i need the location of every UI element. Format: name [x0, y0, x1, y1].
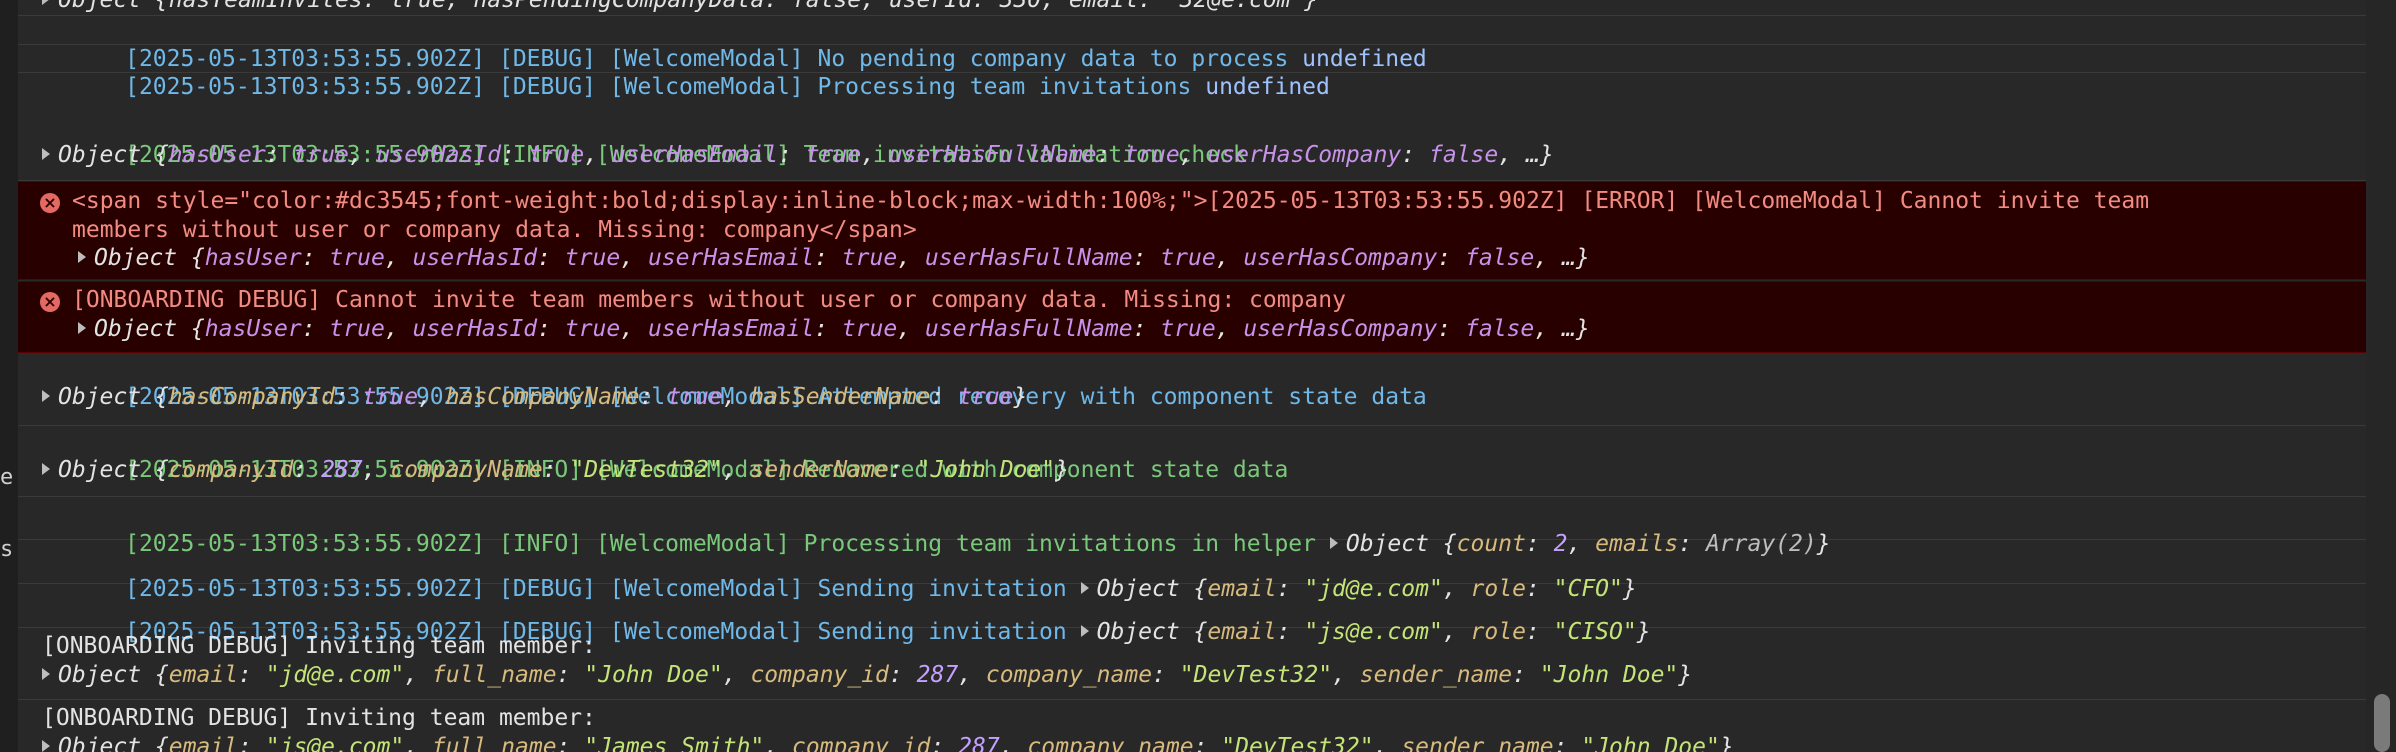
expand-triangle-icon[interactable]	[42, 739, 50, 752]
scrollbar-thumb[interactable]	[2374, 694, 2390, 752]
console-message[interactable]: [ONBOARDING DEBUG] Inviting team member:…	[18, 700, 2366, 752]
log-message: <span style="color:#dc3545;font-weight:b…	[72, 188, 2150, 214]
console-message[interactable]: [2025-05-13T03:53:55.902Z] [DEBUG] [Welc…	[18, 45, 2366, 100]
console-message[interactable]: [2025-05-13T03:53:55.902Z] [DEBUG] [Welc…	[18, 354, 2366, 426]
expand-triangle-icon[interactable]	[42, 462, 50, 475]
log-message: [ONBOARDING DEBUG] Inviting team member:	[42, 633, 596, 659]
expand-triangle-icon[interactable]	[42, 147, 50, 160]
object-preview[interactable]: Object {email: "jd@e.com", full_name: "J…	[42, 661, 1692, 690]
console-message[interactable]: [2025-05-13T03:53:55.902Z] [DEBUG] [Welc…	[18, 540, 2366, 602]
expand-triangle-icon[interactable]	[42, 0, 50, 5]
object-preview[interactable]: Object {email: "js@e.com", full_name: "J…	[42, 733, 1734, 752]
console-message[interactable]: [2025-05-13T03:53:55.902Z] [INFO] [Welco…	[18, 73, 2366, 181]
console-message[interactable]: [2025-05-13T03:53:55.902Z] [DEBUG] [Welc…	[18, 16, 2366, 72]
left-panel-char: s	[0, 537, 14, 562]
console-message[interactable]: [2025-05-13T03:53:55.902Z] [INFO] [Welco…	[18, 426, 2366, 497]
object-preview[interactable]: Object {hasTeamInvites: true, hasPending…	[42, 0, 1318, 15]
expand-triangle-icon[interactable]	[78, 250, 86, 263]
console-message[interactable]: [2025-05-13T03:53:55.902Z] [INFO] [Welco…	[18, 497, 2366, 557]
log-message: [ONBOARDING DEBUG] Cannot invite team me…	[72, 287, 1346, 313]
left-panel-edge: e s	[0, 0, 18, 752]
x-circle-icon: ×	[40, 193, 60, 213]
object-preview[interactable]: Object {hasUser: true, userHasId: true, …	[78, 244, 1590, 273]
object-preview[interactable]: Object {hasUser: true, userHasId: true, …	[42, 141, 1554, 170]
log-message-cont: members without user or company data. Mi…	[72, 217, 917, 243]
console-message[interactable]: [ONBOARDING DEBUG] Inviting team member:…	[18, 628, 2366, 700]
console-error-message[interactable]: × <span style="color:#dc3545;font-weight…	[18, 181, 2366, 280]
expand-triangle-icon[interactable]	[42, 667, 50, 680]
log-message: [ONBOARDING DEBUG] Inviting team member:	[42, 705, 596, 731]
x-circle-icon: ×	[40, 292, 60, 312]
console-log-list: Object {hasTeamInvites: true, hasPending…	[18, 0, 2366, 752]
vertical-scrollbar[interactable]	[2366, 0, 2396, 752]
expand-triangle-icon[interactable]	[78, 321, 86, 334]
object-preview[interactable]: Object {hasUser: true, userHasId: true, …	[78, 315, 1590, 344]
object-preview[interactable]: Object {companyId: 287, companyName: "De…	[42, 456, 1069, 485]
console-message[interactable]: [2025-05-13T03:53:55.902Z] [DEBUG] [Welc…	[18, 584, 2366, 645]
console-message[interactable]: Object {hasTeamInvites: true, hasPending…	[18, 0, 2366, 16]
object-preview[interactable]: Object {hasCompanyId: true, hasCompanyNa…	[42, 383, 1027, 412]
left-panel-char: e	[0, 465, 14, 490]
console-error-message[interactable]: × [ONBOARDING DEBUG] Cannot invite team …	[18, 281, 2366, 353]
expand-triangle-icon[interactable]	[42, 389, 50, 402]
